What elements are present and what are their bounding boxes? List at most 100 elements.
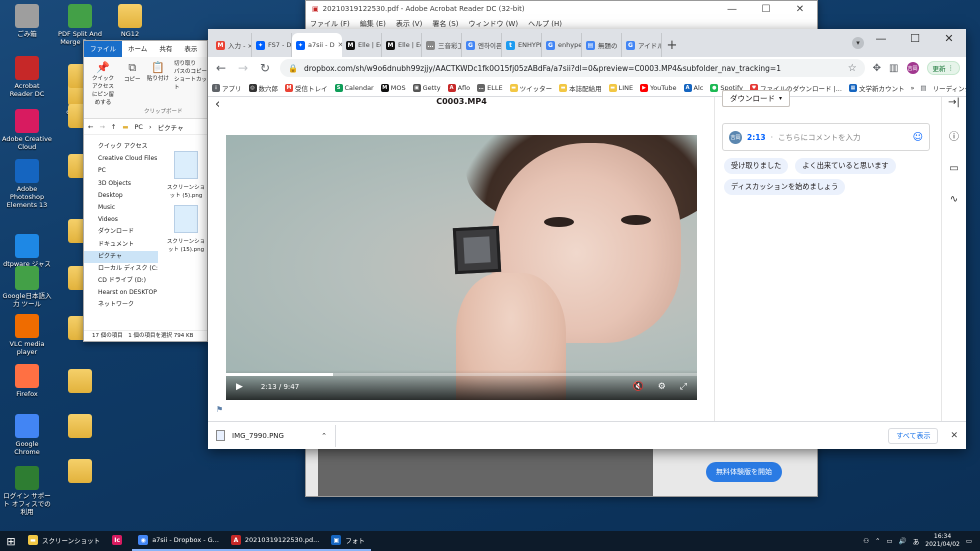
- desktop-icon[interactable]: ごみ箱: [2, 4, 52, 38]
- desktop-icon[interactable]: Adobe Photoshop Elements 13: [2, 159, 52, 209]
- folder-desktop-icon[interactable]: [55, 369, 105, 395]
- bookmark-item[interactable]: ▶ YouTube: [640, 83, 677, 93]
- cut-button[interactable]: 切り取り: [174, 60, 207, 68]
- minimize-icon[interactable]: —: [715, 4, 749, 15]
- new-tab-button[interactable]: +: [662, 33, 682, 57]
- bookmark-item[interactable]: ◎ 数穴郎: [248, 83, 278, 93]
- windows-start-icon[interactable]: ⊞: [0, 531, 22, 551]
- reading-list-icon[interactable]: ▤: [920, 84, 926, 92]
- breadcrumb-pictures[interactable]: ピクチャ: [158, 122, 184, 132]
- activity-icon[interactable]: ∿: [950, 194, 958, 205]
- lock-icon[interactable]: 🔒: [288, 64, 298, 73]
- browser-tab[interactable]: G엔하이픈✕: [462, 33, 502, 57]
- nav-item[interactable]: ネットワーク: [84, 299, 158, 311]
- video-progress-bar[interactable]: [226, 373, 697, 376]
- mute-icon[interactable]: 🔇: [633, 382, 644, 392]
- bookmark-item[interactable]: ▬ LINE: [608, 83, 633, 93]
- menu-item[interactable]: 編集 (E): [360, 19, 386, 29]
- more-bookmarks-icon[interactable]: »: [910, 84, 914, 92]
- bookmark-item[interactable]: A Alc: [683, 83, 703, 93]
- profile-avatar[interactable]: 吉岡: [906, 62, 919, 74]
- bookmark-item[interactable]: M MOS: [380, 83, 406, 93]
- desktop-icon[interactable]: Google Chrome: [2, 414, 52, 456]
- collapse-panel-icon[interactable]: →|: [948, 97, 960, 108]
- menu-item[interactable]: 署名 (S): [432, 19, 458, 29]
- show-all-button[interactable]: すべて表示: [888, 427, 939, 444]
- clock[interactable]: 16:34 2021/04/02: [925, 533, 960, 549]
- maximize-icon[interactable]: ☐: [898, 29, 932, 49]
- settings-icon[interactable]: ⚙: [658, 382, 666, 392]
- bookmark-item[interactable]: ▣ Getty: [412, 83, 441, 93]
- minimize-icon[interactable]: —: [864, 29, 898, 49]
- desktop-icon[interactable]: Firefox: [2, 364, 52, 398]
- taskbar-item[interactable]: Ic: [106, 531, 132, 551]
- address-bar[interactable]: 🔒 dropbox.com/sh/w9o6dnubh99zjjy/AACTKWD…: [280, 59, 865, 77]
- nav-item[interactable]: クイック アクセス: [84, 141, 158, 153]
- menu-item[interactable]: 表示 (V): [396, 19, 422, 29]
- bookmark-item[interactable]: ▬ 本誌配給用: [559, 83, 602, 93]
- close-icon[interactable]: ✕: [932, 29, 966, 49]
- free-trial-button[interactable]: 無料体験版を開始: [706, 462, 782, 482]
- person-icon[interactable]: ⚇: [863, 537, 869, 545]
- up-icon[interactable]: ↑: [111, 123, 116, 131]
- desktop-icon[interactable]: Acrobat Reader DC: [2, 56, 52, 98]
- bookmark-item[interactable]: S Calendar: [334, 83, 374, 93]
- notification-icon[interactable]: ▭: [966, 537, 972, 545]
- desktop-icon[interactable]: VLC media player: [2, 314, 52, 356]
- menu-item[interactable]: ファイル (F): [310, 19, 350, 29]
- browser-tab[interactable]: ▤無題の✕: [582, 33, 622, 57]
- desktop-icon[interactable]: ログイン サポート オフィスでの利用: [2, 466, 52, 516]
- nav-item[interactable]: Hearst on DESKTOP: [84, 287, 158, 299]
- nav-item[interactable]: ダウンロード: [84, 226, 158, 238]
- bookmark-item[interactable]: ▦ 文学新カウント: [848, 83, 904, 93]
- fullscreen-icon[interactable]: ⤢: [680, 382, 687, 392]
- extensions-icon[interactable]: ✥: [873, 63, 881, 74]
- file-item[interactable]: スクリーンショット (5).png: [166, 151, 206, 199]
- taskbar-item[interactable]: ▣ フォト: [325, 531, 371, 551]
- taskbar-item[interactable]: ▬ スクリーンショット: [22, 531, 106, 551]
- chrome-window[interactable]: M入力 - × ✕✦FS7 - Dr✕✦a7sii - D✕MElle | Ed…: [208, 29, 966, 449]
- desktop-icon[interactable]: Adobe Creative Cloud: [2, 109, 52, 151]
- nav-item[interactable]: ドキュメント: [84, 239, 158, 251]
- download-button[interactable]: ダウンロード ▾: [722, 90, 791, 107]
- chevron-up-icon[interactable]: ⌃: [321, 432, 327, 440]
- browser-tab[interactable]: ✦ a7sii - D ✕: [292, 33, 342, 57]
- suggestion-chip[interactable]: ディスカッションを始めましょう: [724, 179, 846, 195]
- menu-item[interactable]: ウィンドウ (W): [468, 19, 518, 29]
- bookmark-item[interactable]: … ELLE: [477, 83, 503, 93]
- file-explorer-window[interactable]: ファイル ホーム 共有 表示 📌 クイック アクセスにピン留めする ⧉ コピー 📋 貼…: [83, 40, 208, 342]
- forward-icon[interactable]: →: [99, 123, 104, 131]
- chevron-up-icon[interactable]: ⌃: [875, 537, 880, 545]
- shortcut-button[interactable]: ショートカット: [174, 76, 207, 92]
- desktop-icon[interactable]: NG12: [105, 4, 155, 38]
- folder-desktop-icon[interactable]: [55, 459, 105, 485]
- bookmark-star-icon[interactable]: ☆: [848, 63, 857, 74]
- nav-item[interactable]: 3D Objects: [84, 178, 158, 190]
- comment-timestamp[interactable]: 2:13: [747, 133, 766, 142]
- emoji-icon[interactable]: ☺: [913, 132, 923, 143]
- nav-item[interactable]: ピクチャ: [84, 250, 158, 263]
- comment-icon[interactable]: ▭: [949, 163, 958, 174]
- close-icon[interactable]: ✕: [950, 431, 958, 441]
- bookmark-item[interactable]: A Aflo: [447, 83, 470, 93]
- video-player[interactable]: ▶ 2:13 / 9:47 🔇 ⚙ ⤢: [226, 135, 697, 400]
- back-icon[interactable]: ←: [88, 123, 93, 131]
- taskbar-item[interactable]: ◉ a7sii - Dropbox - G...: [132, 531, 225, 551]
- desktop-icon[interactable]: Google日本語入力 ツール: [2, 266, 52, 308]
- suggestion-chip[interactable]: よく出来ていると思います: [795, 158, 896, 174]
- forward-icon[interactable]: →: [236, 61, 250, 75]
- bookmark-item[interactable]: ▬ ツイッター: [509, 83, 552, 93]
- paste-button[interactable]: 📋 貼り付け: [147, 61, 169, 82]
- address-bar[interactable]: ← → ↑ ▬ PC › ピクチャ: [84, 119, 207, 135]
- copy-path-button[interactable]: パスのコピー: [174, 68, 207, 76]
- flag-icon[interactable]: ⚑: [216, 405, 223, 414]
- nav-item[interactable]: Music: [84, 202, 158, 214]
- ribbon-tab[interactable]: 表示: [178, 41, 203, 57]
- browser-tab[interactable]: tENHYPEN✕: [502, 33, 542, 57]
- ribbon-tab[interactable]: ファイル: [84, 41, 122, 57]
- browser-tab[interactable]: Gアイドル✕: [622, 33, 662, 57]
- reading-list-button[interactable]: リーディング リスト: [933, 83, 966, 93]
- suggestion-chip[interactable]: 受け取りました: [724, 158, 789, 174]
- nav-item[interactable]: Videos: [84, 214, 158, 226]
- reload-icon[interactable]: ↻: [258, 61, 272, 75]
